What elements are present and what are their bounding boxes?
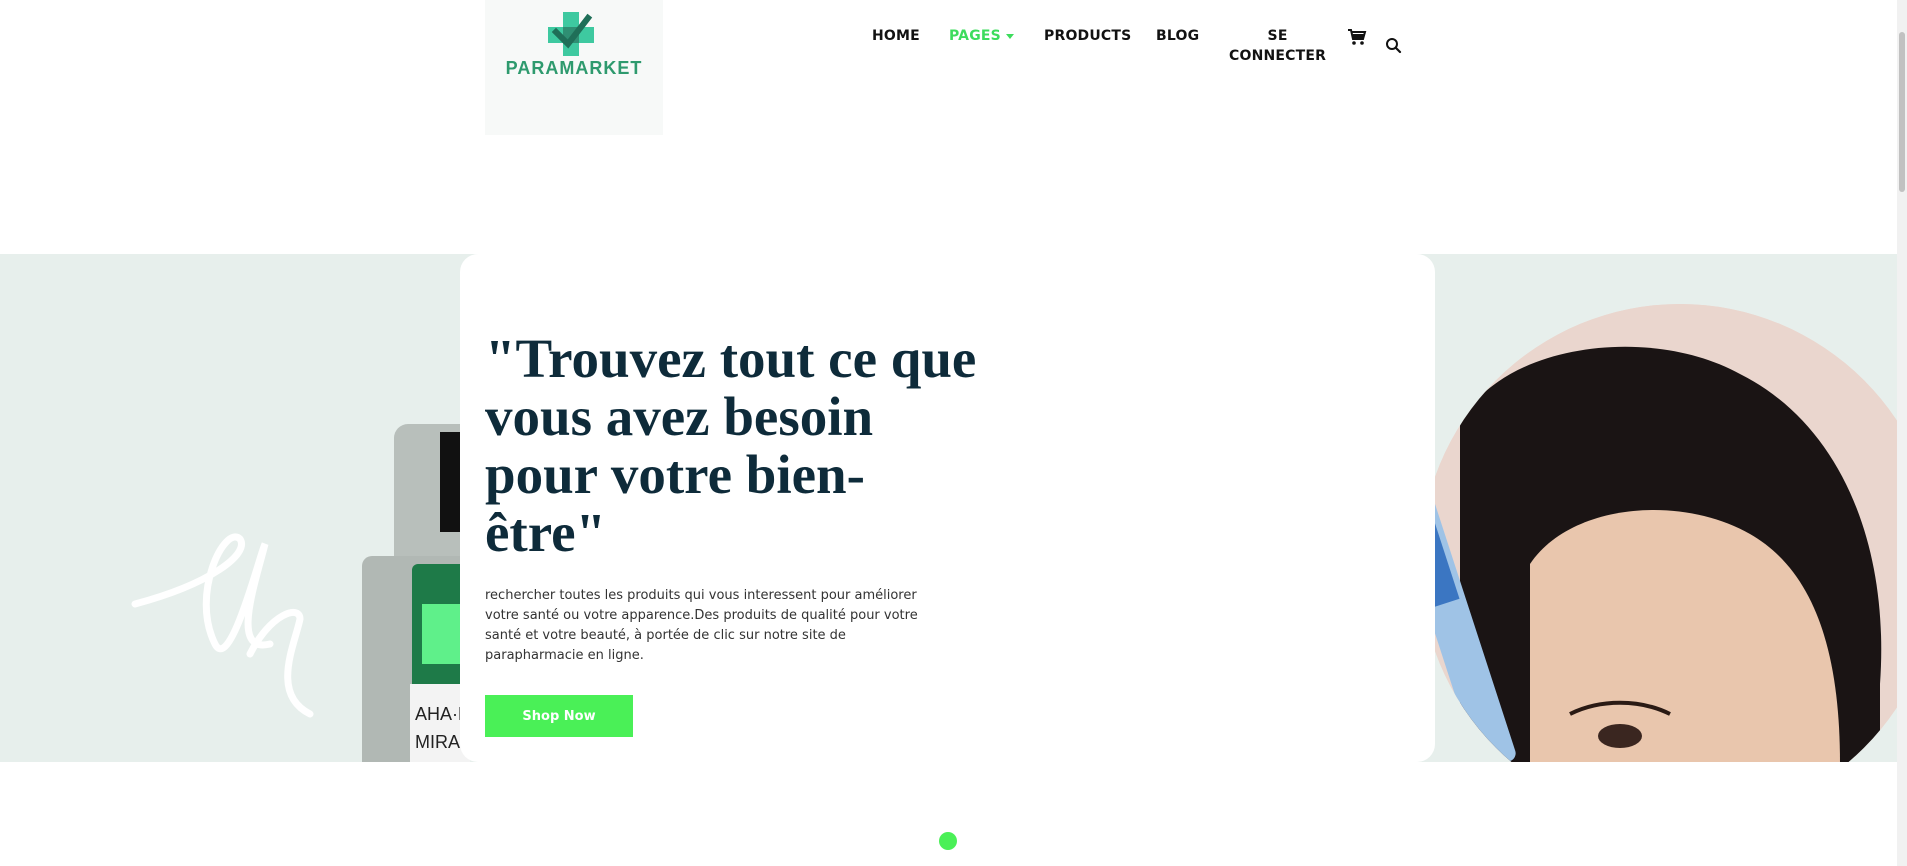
- nav-login-line2: CONNECTER: [1229, 48, 1327, 64]
- scrollbar-thumb[interactable]: [1899, 32, 1905, 192]
- logo[interactable]: PARAMARKET: [485, 0, 663, 135]
- hero-model-photo: [1420, 304, 1897, 762]
- cross-check-icon: [548, 12, 594, 56]
- hero-headline: "Trouvez tout ce que vous avez besoin po…: [485, 328, 977, 563]
- cart-icon[interactable]: [1346, 26, 1368, 48]
- nav-login[interactable]: SE CONNECTER: [1229, 26, 1326, 66]
- nav-pages-label: PAGES: [949, 28, 1001, 44]
- shop-now-button[interactable]: Shop Now: [485, 695, 633, 737]
- search-icon[interactable]: [1384, 36, 1406, 58]
- chevron-down-icon: [1005, 33, 1014, 39]
- nav-blog[interactable]: BLOG: [1156, 26, 1199, 46]
- brand-name: PARAMARKET: [505, 58, 643, 78]
- nav-pages[interactable]: PAGES: [949, 26, 1014, 46]
- carousel-indicator[interactable]: [939, 832, 957, 850]
- nav-login-line1: SE: [1267, 28, 1288, 44]
- hero-left-illustration: AHA·B MIRAC: [131, 424, 470, 762]
- hero-description: rechercher toutes les produits qui vous …: [485, 588, 918, 663]
- nav-products[interactable]: PRODUCTS: [1044, 26, 1131, 46]
- nav-home[interactable]: HOME: [872, 26, 920, 46]
